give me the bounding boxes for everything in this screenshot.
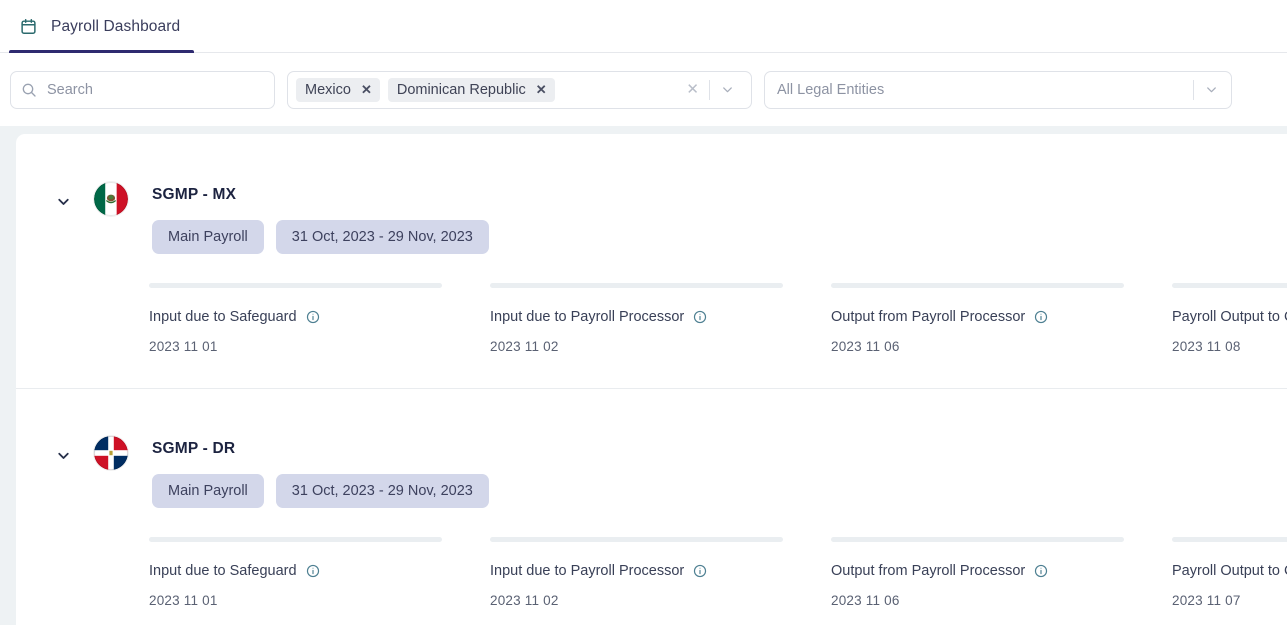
- info-icon[interactable]: [693, 310, 707, 324]
- milestone-label: Input due to Safeguard: [149, 309, 297, 325]
- payroll-row-main: SGMP - MX Main Payroll 31 Oct, 2023 - 29…: [152, 176, 489, 254]
- milestone-progress-bar: [149, 537, 442, 542]
- filter-bar: Mexico ✕ Dominican Republic ✕ ✕ All Lega…: [0, 53, 1287, 126]
- milestone-date: 2023 11 06: [831, 339, 900, 354]
- payroll-type-badge: Main Payroll: [152, 474, 264, 508]
- milestone-label-row: Output from Payroll Processor: [831, 309, 1172, 325]
- payroll-row: SGMP - MX Main Payroll 31 Oct, 2023 - 29…: [16, 134, 1287, 388]
- milestone-timeline: Input due to Safeguard 2023 11 01 Input …: [16, 283, 1287, 354]
- milestone-date: 2023 11 08: [1172, 339, 1241, 354]
- milestone-progress-bar: [1172, 283, 1287, 288]
- tab-active-indicator: [9, 50, 195, 53]
- milestone-label: Payroll Output to Client: [1172, 563, 1287, 579]
- milestone-progress-bar: [490, 537, 783, 542]
- entity-title: SGMP - DR: [152, 440, 236, 457]
- payroll-type-badge: Main Payroll: [152, 220, 264, 254]
- milestone-date: 2023 11 02: [490, 593, 559, 608]
- mexico-flag-icon: [94, 182, 128, 216]
- milestone-date: 2023 11 06: [831, 593, 900, 608]
- search-input[interactable]: [47, 81, 264, 98]
- expand-collapse-chevron-down-icon[interactable]: [50, 442, 76, 468]
- legal-entity-actions: [1193, 79, 1229, 100]
- milestone-item: Output from Payroll Processor 2023 11 06: [831, 283, 1172, 354]
- calendar-icon: [20, 18, 37, 35]
- milestone-item: Input due to Payroll Processor 2023 11 0…: [490, 537, 831, 608]
- payroll-row-main: SGMP - DR Main Payroll 31 Oct, 2023 - 29…: [152, 430, 489, 508]
- country-multiselect[interactable]: Mexico ✕ Dominican Republic ✕ ✕: [287, 70, 752, 109]
- chevron-down-icon[interactable]: [710, 82, 745, 97]
- payroll-row: SGMP - DR Main Payroll 31 Oct, 2023 - 29…: [16, 388, 1287, 625]
- milestone-date: 2023 11 01: [149, 593, 218, 608]
- search-field[interactable]: [10, 70, 275, 109]
- payroll-period-badge: 31 Oct, 2023 - 29 Nov, 2023: [275, 220, 489, 254]
- milestone-progress-bar: [1172, 537, 1287, 542]
- milestone-label-row: Input due to Safeguard: [149, 309, 490, 325]
- legal-entity-select[interactable]: All Legal Entities: [764, 70, 1232, 109]
- milestone-label-row: Payroll Output to Client: [1172, 309, 1287, 325]
- payroll-row-header: SGMP - MX Main Payroll 31 Oct, 2023 - 29…: [16, 176, 1287, 254]
- info-icon[interactable]: [306, 310, 320, 324]
- entity-title: SGMP - MX: [152, 186, 237, 203]
- milestone-label-row: Input due to Safeguard: [149, 563, 490, 579]
- payroll-period-badge: 31 Oct, 2023 - 29 Nov, 2023: [275, 474, 489, 508]
- payroll-row-header: SGMP - DR Main Payroll 31 Oct, 2023 - 29…: [16, 430, 1287, 508]
- milestone-item: Payroll Output to Client 2023 11 07: [1172, 537, 1287, 608]
- milestone-label: Input due to Payroll Processor: [490, 309, 685, 325]
- dominican-republic-flag-icon: [94, 436, 128, 470]
- tab-payroll-dashboard[interactable]: Payroll Dashboard: [9, 0, 195, 53]
- milestone-item: Payroll Output to Client 2023 11 08: [1172, 283, 1287, 354]
- country-chip-label: Dominican Republic: [396, 81, 526, 98]
- expand-collapse-chevron-down-icon[interactable]: [50, 188, 76, 214]
- milestone-item: Input due to Safeguard 2023 11 01: [149, 283, 490, 354]
- milestone-label-row: Payroll Output to Client: [1172, 563, 1287, 579]
- milestone-label: Input due to Safeguard: [149, 563, 297, 579]
- country-chip-label: Mexico: [305, 81, 351, 98]
- milestone-progress-bar: [831, 283, 1124, 288]
- info-icon[interactable]: [1034, 310, 1048, 324]
- milestone-label: Input due to Payroll Processor: [490, 563, 685, 579]
- tab-label: Payroll Dashboard: [51, 17, 181, 35]
- country-chip-list: Mexico ✕ Dominican Republic ✕: [296, 77, 672, 102]
- info-icon[interactable]: [306, 564, 320, 578]
- milestone-label: Output from Payroll Processor: [831, 309, 1026, 325]
- country-chip[interactable]: Mexico ✕: [296, 77, 380, 102]
- country-chip-remove-icon[interactable]: ✕: [536, 83, 547, 96]
- milestone-date: 2023 11 07: [1172, 593, 1241, 608]
- milestone-label: Payroll Output to Client: [1172, 309, 1287, 325]
- milestone-label: Output from Payroll Processor: [831, 563, 1026, 579]
- milestone-progress-bar: [149, 283, 442, 288]
- search-icon: [21, 82, 37, 98]
- tab-bar: Payroll Dashboard: [0, 0, 1287, 53]
- payroll-card-list: SGMP - MX Main Payroll 31 Oct, 2023 - 29…: [16, 134, 1287, 625]
- info-icon[interactable]: [1034, 564, 1048, 578]
- clear-all-icon[interactable]: ✕: [676, 82, 709, 97]
- chevron-down-icon[interactable]: [1194, 82, 1229, 97]
- country-chip-remove-icon[interactable]: ✕: [361, 83, 372, 96]
- milestone-label-row: Output from Payroll Processor: [831, 563, 1172, 579]
- milestone-date: 2023 11 01: [149, 339, 218, 354]
- badge-group: Main Payroll 31 Oct, 2023 - 29 Nov, 2023: [152, 220, 489, 254]
- milestone-item: Input due to Payroll Processor 2023 11 0…: [490, 283, 831, 354]
- milestone-item: Output from Payroll Processor 2023 11 06: [831, 537, 1172, 608]
- country-chip[interactable]: Dominican Republic ✕: [387, 77, 555, 102]
- milestone-label-row: Input due to Payroll Processor: [490, 309, 831, 325]
- milestone-progress-bar: [490, 283, 783, 288]
- milestone-item: Input due to Safeguard 2023 11 01: [149, 537, 490, 608]
- info-icon[interactable]: [693, 564, 707, 578]
- country-multiselect-actions: ✕: [676, 79, 745, 100]
- milestone-label-row: Input due to Payroll Processor: [490, 563, 831, 579]
- badge-group: Main Payroll 31 Oct, 2023 - 29 Nov, 2023: [152, 474, 489, 508]
- legal-entity-placeholder: All Legal Entities: [777, 81, 885, 98]
- dashboard-body: SGMP - MX Main Payroll 31 Oct, 2023 - 29…: [0, 126, 1287, 625]
- milestone-timeline: Input due to Safeguard 2023 11 01 Input …: [16, 537, 1287, 608]
- milestone-date: 2023 11 02: [490, 339, 559, 354]
- milestone-progress-bar: [831, 537, 1124, 542]
